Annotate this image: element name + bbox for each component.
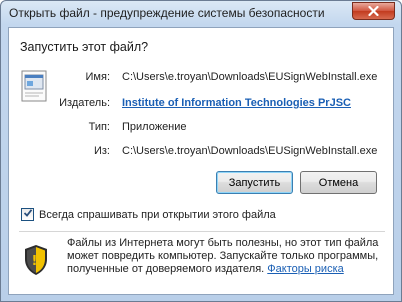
publisher-link[interactable]: Institute of Information Technologies Pr… <box>122 97 351 109</box>
name-value: C:\Users\e.troyan\Downloads\EUSignWebIns… <box>122 71 378 83</box>
separator <box>19 231 385 232</box>
dialog-body: Запустить этот файл? Имя: C:\Users\e.tro… <box>8 27 394 295</box>
always-ask-checkbox-row[interactable]: Всегда спрашивать при открытии этого фай… <box>21 208 276 221</box>
type-value: Приложение <box>122 121 187 133</box>
security-warning-window: Открыть файл - предупреждение системы бе… <box>0 0 402 302</box>
title-bar[interactable]: Открыть файл - предупреждение системы бе… <box>1 1 401 27</box>
type-label: Тип: <box>88 121 110 133</box>
risk-factors-link[interactable]: Факторы риска <box>267 263 343 275</box>
window-title: Открыть файл - предупреждение системы бе… <box>9 6 325 20</box>
always-ask-label[interactable]: Всегда спрашивать при открытии этого фай… <box>39 209 276 221</box>
from-value: C:\Users\e.troyan\Downloads\EUSignWebIns… <box>122 145 378 157</box>
close-button[interactable] <box>352 2 395 20</box>
close-icon <box>368 6 379 16</box>
check-icon <box>23 208 33 221</box>
name-label: Имя: <box>85 71 110 83</box>
svg-text:!: ! <box>32 254 38 269</box>
dialog-question: Запустить этот файл? <box>20 40 149 54</box>
cancel-button[interactable]: Отмена <box>300 171 377 194</box>
run-button[interactable]: Запустить <box>216 171 293 194</box>
always-ask-checkbox[interactable] <box>21 208 34 221</box>
security-warning-text: Файлы из Интернета могут быть полезны, н… <box>67 237 387 276</box>
publisher-label: Издатель: <box>59 97 110 109</box>
from-label: Из: <box>93 145 110 157</box>
security-shield-icon: ! <box>23 244 49 279</box>
